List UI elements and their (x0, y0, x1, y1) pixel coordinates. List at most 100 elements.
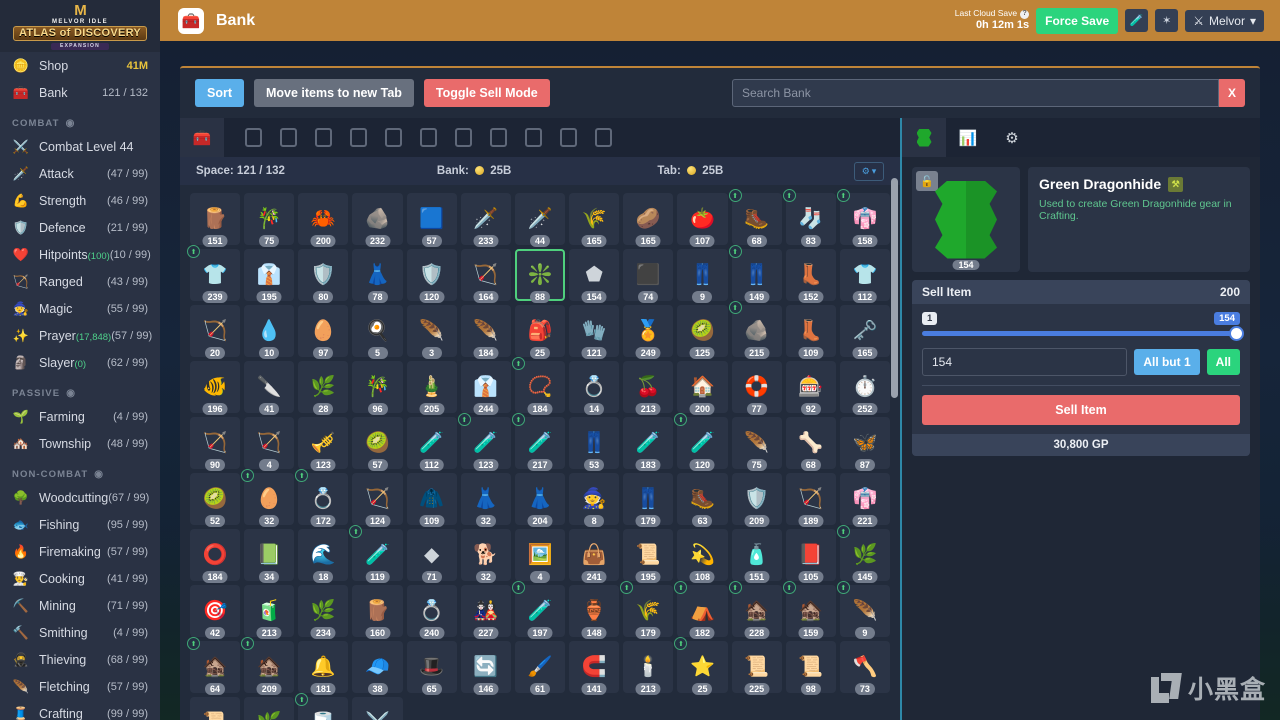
bank-item-slot[interactable]: 🥚97 (298, 305, 348, 357)
tab-item-info[interactable] (902, 118, 946, 157)
bank-item-slot[interactable]: 🗡️44 (515, 193, 565, 245)
sidebar-item-combat-level-44[interactable]: ⚔️Combat Level 44 (0, 133, 160, 160)
bank-item-slot[interactable]: 🌾165 (569, 193, 619, 245)
bank-item-slot[interactable]: 🧪112 (407, 417, 457, 469)
bank-item-slot[interactable]: ⬆⛺182 (677, 585, 727, 637)
bank-item-slot[interactable]: ⬆👕239 (190, 249, 240, 301)
sort-button[interactable]: Sort (195, 79, 244, 107)
bank-item-slot[interactable]: 🗝️165 (840, 305, 890, 357)
tab-item-stats[interactable]: 📊 (946, 118, 990, 157)
toggle-sell-mode-button[interactable]: Toggle Sell Mode (424, 79, 550, 107)
bank-item-slot[interactable]: 👖53 (569, 417, 619, 469)
all-button[interactable]: All (1207, 349, 1240, 375)
bank-item-slot[interactable]: 👜241 (569, 529, 619, 581)
sidebar-item-strength[interactable]: 💪Strength(46 / 99) (0, 187, 160, 214)
move-items-button[interactable]: Move items to new Tab (254, 79, 414, 107)
sidebar-item-fletching[interactable]: 🪶Fletching(57 / 99) (0, 673, 160, 700)
bank-item-slot[interactable]: 💍14 (569, 361, 619, 413)
bank-item-slot[interactable]: 🥝125 (677, 305, 727, 357)
sidebar-item-defence[interactable]: 🛡️Defence(21 / 99) (0, 214, 160, 241)
all-but-one-button[interactable]: All but 1 (1134, 349, 1199, 375)
bank-options-dropdown[interactable]: ⚙ ▾ (854, 162, 884, 181)
sidebar-item-woodcutting[interactable]: 🌳Woodcutting(67 / 99) (0, 484, 160, 511)
bank-item-slot[interactable]: ⬆👘158 (840, 193, 890, 245)
bank-item-slot[interactable]: 👕112 (840, 249, 890, 301)
bank-item-slot[interactable]: 👔244 (461, 361, 511, 413)
bank-item-slot[interactable]: 🏹124 (352, 473, 402, 525)
bank-item-slot[interactable]: 👔195 (244, 249, 294, 301)
sidebar-item-farming[interactable]: 🌱Farming(4 / 99) (0, 403, 160, 430)
bank-item-slot[interactable]: ⬆👖149 (732, 249, 782, 301)
bank-tab-empty-8[interactable] (490, 128, 507, 147)
bank-item-slot[interactable]: 📜 (190, 697, 240, 720)
bank-item-slot[interactable]: ⬆🥚32 (244, 473, 294, 525)
bank-item-slot[interactable]: 🥝52 (190, 473, 240, 525)
bank-item-slot[interactable]: 📜225 (732, 641, 782, 693)
bank-tab-empty-4[interactable] (350, 128, 367, 147)
bank-item-slot[interactable]: 🛡️80 (298, 249, 348, 301)
bank-item-slot[interactable]: 🌿234 (298, 585, 348, 637)
bank-item-slot[interactable]: 💫108 (677, 529, 727, 581)
bank-item-slot[interactable]: 🏹90 (190, 417, 240, 469)
bank-item-slot[interactable]: 🎯42 (190, 585, 240, 637)
bank-item-slot[interactable]: 📜98 (786, 641, 836, 693)
bank-item-slot[interactable]: ⬆⭐25 (677, 641, 727, 693)
help-icon[interactable]: ? (1020, 10, 1029, 19)
bank-tab-empty-7[interactable] (455, 128, 472, 147)
bank-items-scroll[interactable]: 🪵151🎋75🦀200🪨232🟦57🗡️233🗡️44🌾165🥔165🍅107⬆… (180, 185, 900, 720)
bank-item-slot[interactable]: 🧢38 (352, 641, 402, 693)
tab-item-settings[interactable]: ⚙ (990, 118, 1034, 157)
bank-item-slot[interactable]: 🍅107 (677, 193, 727, 245)
bank-item-slot[interactable]: ⬆🧪217 (515, 417, 565, 469)
game-logo[interactable]: M MELVOR IDLE ATLAS of DISCOVERY EXPANSI… (0, 0, 160, 52)
bank-item-slot[interactable]: ⬆🥾68 (732, 193, 782, 245)
bank-item-slot[interactable]: ⬆🧻 (298, 697, 348, 720)
bank-item-slot[interactable]: ⬆🧪123 (461, 417, 511, 469)
bank-item-slot[interactable]: 🪵160 (352, 585, 402, 637)
sidebar-item-fishing[interactable]: 🐟Fishing(95 / 99) (0, 511, 160, 538)
bank-item-slot[interactable]: 🛡️209 (732, 473, 782, 525)
bank-item-slot[interactable]: 🖼️4 (515, 529, 565, 581)
bank-item-slot[interactable]: 🧴151 (732, 529, 782, 581)
bank-item-slot[interactable]: 👖9 (677, 249, 727, 301)
bank-item-slot[interactable]: 🪶184 (461, 305, 511, 357)
bank-item-slot[interactable]: 🎰92 (786, 361, 836, 413)
sidebar-item-shop[interactable]: 🪙Shop41M (0, 52, 160, 79)
bank-item-slot[interactable]: ◆71 (407, 529, 457, 581)
bank-scrollbar-thumb[interactable] (891, 178, 898, 398)
bank-item-slot[interactable]: 🦀200 (298, 193, 348, 245)
bank-item-slot[interactable]: 🟦57 (407, 193, 457, 245)
sell-item-button[interactable]: Sell Item (922, 395, 1240, 425)
bank-item-slot[interactable]: 🥔165 (623, 193, 673, 245)
sidebar-item-slayer[interactable]: 🗿Slayer(0)(62 / 99) (0, 349, 160, 376)
bank-item-slot[interactable]: ⬆💍172 (298, 473, 348, 525)
bank-item-slot[interactable]: 🎎227 (461, 585, 511, 637)
bank-item-slot[interactable]: 🕯️213 (623, 641, 673, 693)
eye-icon[interactable]: ◉ (66, 388, 76, 399)
bank-item-slot[interactable]: 🧙8 (569, 473, 619, 525)
bank-item-slot[interactable]: 🏹189 (786, 473, 836, 525)
bank-item-slot[interactable]: 🎩65 (407, 641, 457, 693)
bank-item-slot[interactable]: 👗204 (515, 473, 565, 525)
bank-item-slot[interactable]: 🍒213 (623, 361, 673, 413)
bank-item-slot[interactable]: 🏹164 (461, 249, 511, 301)
bank-item-slot[interactable]: 👘221 (840, 473, 890, 525)
bank-item-slot[interactable]: ⬆🧪119 (352, 529, 402, 581)
sidebar-item-magic[interactable]: 🧙Magic(55 / 99) (0, 295, 160, 322)
sidebar-item-township[interactable]: 🏘️Township(48 / 99) (0, 430, 160, 457)
mastery-icon[interactable]: ✶ (1155, 9, 1178, 32)
bank-item-slot[interactable]: 🦴68 (786, 417, 836, 469)
bank-item-slot[interactable]: ⬆🧪120 (677, 417, 727, 469)
bank-item-slot[interactable]: 💍240 (407, 585, 457, 637)
bank-item-slot[interactable]: ⬆🏚️64 (190, 641, 240, 693)
bank-item-slot[interactable]: 📗34 (244, 529, 294, 581)
bank-item-slot[interactable]: 🐠196 (190, 361, 240, 413)
bank-item-slot[interactable]: ⬆🪨215 (732, 305, 782, 357)
bank-item-slot[interactable]: 🧤121 (569, 305, 619, 357)
bank-item-slot[interactable]: 🛟77 (732, 361, 782, 413)
sidebar-item-attack[interactable]: 🗡️Attack(47 / 99) (0, 160, 160, 187)
bank-item-slot[interactable]: ⬆🧦83 (786, 193, 836, 245)
bank-item-slot[interactable]: 🏹4 (244, 417, 294, 469)
bank-item-slot[interactable]: 🍳5 (352, 305, 402, 357)
bank-item-slot[interactable]: 🏅249 (623, 305, 673, 357)
